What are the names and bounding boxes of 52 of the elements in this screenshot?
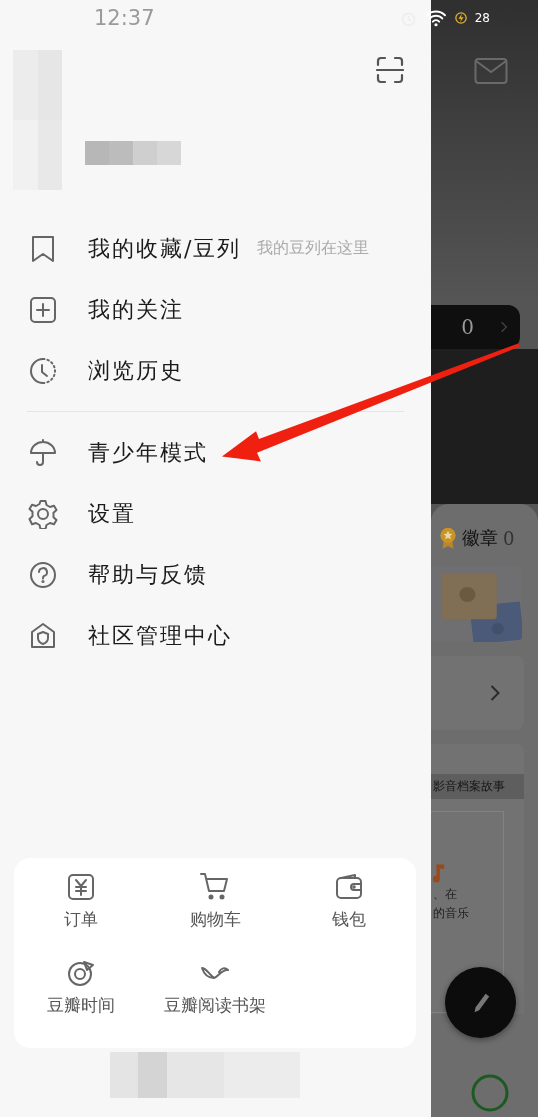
card-caption: 影音档案故事 bbox=[431, 774, 524, 799]
cart-icon bbox=[200, 872, 230, 902]
count-pill[interactable]: 0 bbox=[431, 305, 520, 349]
umbrella-icon bbox=[28, 437, 58, 468]
shortcut-label: 订单 bbox=[64, 908, 98, 931]
menu-label: 我的关注 bbox=[88, 295, 184, 324]
plus-square-icon bbox=[28, 294, 58, 325]
menu-item[interactable]: 我的关注 bbox=[0, 279, 184, 340]
menu-item[interactable]: 青少年模式 bbox=[0, 422, 208, 483]
shortcut-item[interactable]: 豆瓣时间 bbox=[14, 958, 148, 1044]
wallet-icon bbox=[334, 872, 364, 902]
shortcut-label: 购物车 bbox=[189, 908, 241, 931]
card-text: 的音乐 bbox=[433, 905, 469, 922]
menu-hint: 我的豆列在这里 bbox=[257, 238, 370, 259]
status-time: 12:37 bbox=[94, 6, 155, 30]
shortcut-item[interactable]: 豆瓣阅读书架 bbox=[148, 958, 282, 1044]
badge-count: 0 bbox=[503, 527, 515, 549]
menu-item[interactable]: 社区管理中心 bbox=[0, 605, 232, 666]
shortcut-label: 豆瓣阅读书架 bbox=[164, 994, 266, 1017]
menu-label: 青少年模式 bbox=[88, 438, 208, 467]
shortcut-item[interactable]: 钱包 bbox=[282, 872, 416, 958]
menu-item[interactable]: 设置 bbox=[0, 483, 136, 544]
menu-label: 设置 bbox=[88, 499, 136, 528]
help-icon bbox=[28, 559, 58, 590]
chevron-icon bbox=[489, 684, 500, 702]
menu-label: 浏览历史 bbox=[88, 356, 184, 385]
menu-item[interactable]: 帮助与反馈 bbox=[0, 544, 208, 605]
shortcut-item[interactable]: 购物车 bbox=[148, 872, 282, 958]
scan-icon[interactable] bbox=[376, 56, 404, 84]
disc-icon bbox=[66, 958, 96, 988]
mail-icon[interactable] bbox=[474, 57, 508, 85]
shortcut-label: 豆瓣时间 bbox=[47, 994, 115, 1017]
music-note-icon bbox=[433, 862, 445, 884]
battery-level: 28 bbox=[474, 11, 490, 25]
yen-icon bbox=[66, 872, 96, 902]
menu-item[interactable]: 我的收藏/豆列 我的豆列在这里 bbox=[0, 218, 370, 279]
profile-tab-icon[interactable] bbox=[470, 1073, 510, 1113]
card-text: 、在 bbox=[433, 886, 457, 903]
count-value: 0 bbox=[461, 315, 474, 339]
menu-label: 我的收藏/豆列 bbox=[88, 234, 242, 263]
chevron-icon bbox=[500, 320, 508, 334]
badge-label: 徽章 bbox=[462, 526, 498, 550]
shortcut-label: 钱包 bbox=[332, 908, 366, 931]
medal-icon bbox=[439, 526, 457, 550]
menu-item[interactable]: 浏览历史 bbox=[0, 340, 184, 401]
charging-icon bbox=[454, 12, 467, 24]
menu-label: 社区管理中心 bbox=[88, 621, 232, 650]
menu-label: 帮助与反馈 bbox=[88, 560, 208, 589]
shortcut-item[interactable]: 订单 bbox=[14, 872, 148, 958]
clock-icon bbox=[28, 355, 58, 386]
shield-house-icon bbox=[28, 620, 58, 651]
settings-icon bbox=[28, 498, 58, 529]
